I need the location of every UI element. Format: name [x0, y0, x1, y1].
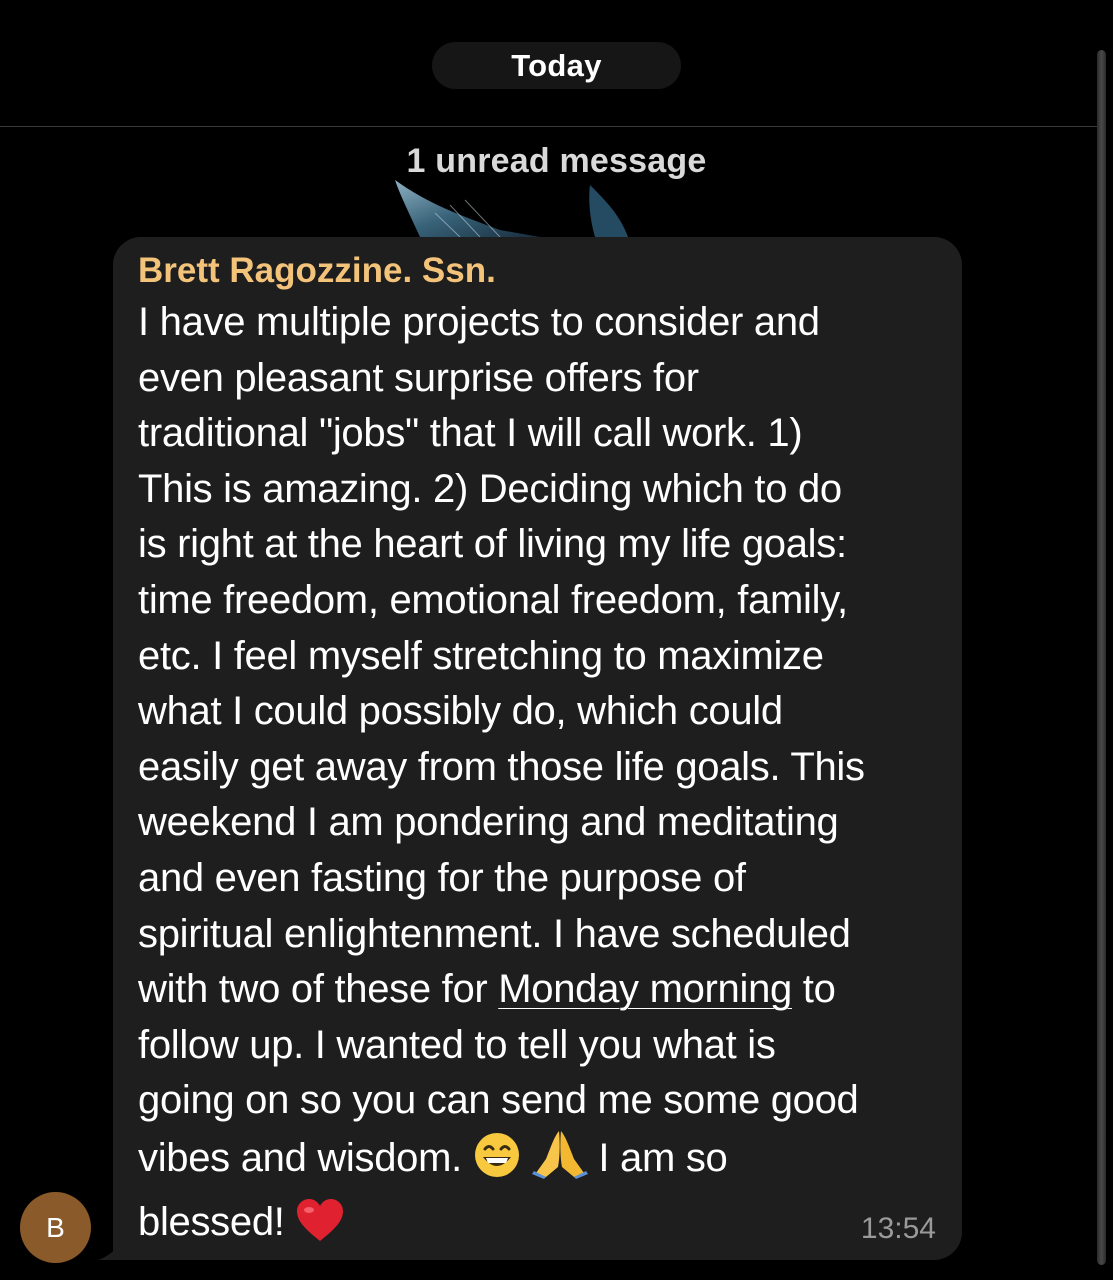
message-bubble[interactable]: Brett Ragozzine. Ssn. I have multiple pr… — [113, 237, 962, 1260]
message-text: I have multiple projects to consider and… — [138, 295, 936, 1258]
folded-hands-icon — [531, 1129, 588, 1195]
date-separator: Today — [432, 42, 681, 89]
grinning-face-icon — [473, 1131, 521, 1195]
chat-screen: Today 1 unread message Brett Ragozzine. … — [0, 0, 1113, 1280]
divider — [0, 126, 1099, 127]
scrollbar[interactable] — [1097, 50, 1106, 1265]
message-text-part: I have multiple projects to consider and… — [138, 300, 865, 1012]
sender-avatar[interactable]: B — [20, 1192, 91, 1263]
message-timestamp: 13:54 — [860, 1212, 936, 1245]
red-heart-icon — [295, 1197, 345, 1259]
wallpaper-fish-icon — [390, 175, 630, 237]
sender-name[interactable]: Brett Ragozzine. Ssn. — [138, 251, 936, 291]
date-link[interactable]: Monday morning — [498, 967, 792, 1011]
